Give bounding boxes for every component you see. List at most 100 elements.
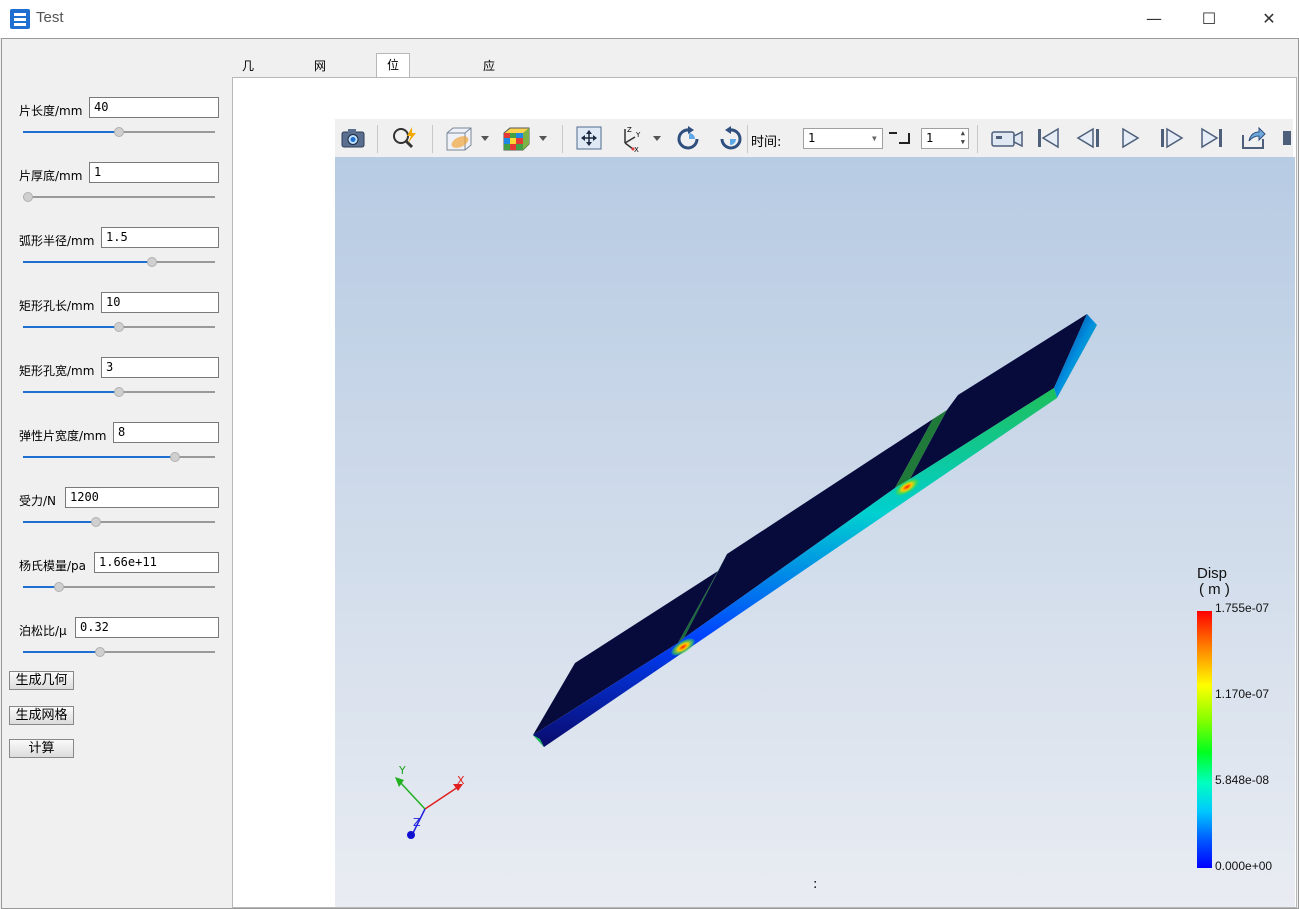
param-label-spring-width: 弹性片宽度/mm xyxy=(19,429,107,443)
cube-color-icon[interactable] xyxy=(501,125,547,151)
slider-thumb xyxy=(114,387,124,397)
force-input[interactable]: 1200 xyxy=(65,487,219,508)
export-icon[interactable] xyxy=(1239,125,1267,151)
chevron-down-icon: ▾ xyxy=(870,131,878,145)
thickness-slider[interactable] xyxy=(23,191,215,203)
orientation-axes xyxy=(395,777,463,839)
param-label-arc-radius: 弧形半径/mm xyxy=(19,234,95,248)
maximize-button[interactable]: ☐ xyxy=(1180,0,1238,38)
app-icon xyxy=(10,9,30,29)
rotate-ccw-icon[interactable] xyxy=(716,125,744,151)
slider-fill xyxy=(23,391,119,393)
slider-thumb xyxy=(23,192,33,202)
svg-text:Y: Y xyxy=(635,131,641,139)
generate-mesh-button[interactable]: 生成网格 xyxy=(9,706,74,725)
tab-displacement[interactable]: 位移云图表单 xyxy=(376,53,411,182)
legend-mid-high: 1.170e-07 xyxy=(1215,687,1270,701)
legend-mid-low: 5.848e-08 xyxy=(1215,773,1270,787)
spring-width-input[interactable]: 8 xyxy=(113,422,219,443)
slider-thumb xyxy=(54,582,65,592)
slider-fill xyxy=(23,261,152,263)
slider-thumb xyxy=(146,257,157,267)
slider-thumb xyxy=(114,322,124,332)
fit-view-icon[interactable] xyxy=(575,125,603,151)
hole-length-input[interactable]: 10 xyxy=(101,292,219,313)
rotate-cw-icon[interactable] xyxy=(675,125,703,151)
first-frame-icon[interactable] xyxy=(1034,125,1062,151)
param-label-thickness: 片厚底/mm xyxy=(19,169,83,183)
title-bar: Test — ☐ ✕ xyxy=(0,0,1299,39)
next-frame-icon[interactable] xyxy=(1157,125,1185,151)
parameter-panel: 片长度/mm 40 片厚底/mm 1 弧形半径/mm 1.5 矩形孔长/mm 1… xyxy=(2,39,230,908)
slider-fill xyxy=(23,521,96,523)
legend-color-bar xyxy=(1197,611,1212,868)
poisson-slider[interactable] xyxy=(23,646,215,658)
slider-fill xyxy=(23,651,100,653)
prev-frame-icon[interactable] xyxy=(1075,125,1103,151)
displacement-model xyxy=(395,314,1097,839)
video-icon[interactable] xyxy=(990,125,1023,151)
tab-geometry[interactable]: 几何表单 xyxy=(232,55,264,139)
hole-width-slider[interactable] xyxy=(23,386,215,398)
param-label-poisson: 泊松比/μ xyxy=(19,624,67,638)
toolbar-overflow-icon[interactable] xyxy=(1281,125,1291,151)
youngs-modulus-slider[interactable] xyxy=(23,581,215,593)
window-title: Test xyxy=(36,9,64,26)
model-front-edge xyxy=(533,388,1057,747)
svg-text:Z: Z xyxy=(627,126,632,134)
time-label: 时间: xyxy=(751,135,782,150)
3d-viewport[interactable]: X Y Z Disp ( m ) 1.755e-07 1.170e-07 5.8… xyxy=(335,157,1295,907)
model-top-face-right xyxy=(910,314,1087,479)
hole-width-input[interactable]: 3 xyxy=(101,357,219,378)
slider-fill xyxy=(23,131,119,133)
step-spinbox[interactable]: 1 ▲ ▼ xyxy=(921,128,969,149)
axes-icon[interactable]: ZYX xyxy=(617,125,661,154)
play-icon[interactable] xyxy=(1116,125,1144,151)
param-label-force: 受力/N xyxy=(19,494,57,508)
length-input[interactable]: 40 xyxy=(89,97,219,118)
zoom-icon[interactable] xyxy=(390,125,418,151)
model-top-face-middle xyxy=(684,419,933,638)
legend-min: 0.000e+00 xyxy=(1215,859,1273,873)
youngs-modulus-input[interactable]: 1.66e+11 xyxy=(94,552,219,573)
viewport-status: : xyxy=(813,877,818,892)
last-frame-icon[interactable] xyxy=(1198,125,1226,151)
minimize-button[interactable]: — xyxy=(1125,0,1183,38)
arc-radius-input[interactable]: 1.5 xyxy=(101,227,219,248)
displacement-tab-pane: ZYX 时间: 1 ▾ 1 ▲ ▼ X Y Z Disp (m) 1.755… xyxy=(232,77,1297,908)
time-select[interactable]: 1 ▾ xyxy=(803,128,883,149)
tab-mesh[interactable]: 网格表单 xyxy=(304,55,336,139)
param-label-hole-length: 矩形孔长/mm xyxy=(19,299,95,313)
spring-width-slider[interactable] xyxy=(23,451,215,463)
axis-label-y: Y xyxy=(399,764,406,777)
legend-unit: ( m ) xyxy=(1199,581,1230,598)
tab-stress[interactable]: 应力云图表单 xyxy=(473,55,505,183)
thickness-input[interactable]: 1 xyxy=(89,162,219,183)
param-label-hole-width: 矩形孔宽/mm xyxy=(19,364,95,378)
clip-icon[interactable] xyxy=(443,125,489,151)
camera-icon[interactable] xyxy=(339,125,367,151)
slider-thumb xyxy=(94,647,105,657)
slider-thumb xyxy=(169,452,180,462)
poisson-input[interactable]: 0.32 xyxy=(75,617,219,638)
close-button[interactable]: ✕ xyxy=(1240,0,1298,38)
slider-fill xyxy=(23,326,119,328)
slider-thumb xyxy=(114,127,124,137)
param-label-youngs-modulus: 杨氏模量/pa xyxy=(19,559,87,573)
step-icon xyxy=(887,129,915,149)
axis-label-z: Z xyxy=(413,816,421,829)
spin-arrows-icon[interactable]: ▲ ▼ xyxy=(961,129,965,147)
hole-length-slider[interactable] xyxy=(23,321,215,333)
slider-fill xyxy=(23,456,175,458)
generate-geometry-button[interactable]: 生成几何 xyxy=(9,671,74,690)
force-slider[interactable] xyxy=(23,516,215,528)
legend-title: Disp xyxy=(1197,565,1228,582)
slider-thumb xyxy=(90,517,101,527)
compute-button[interactable]: 计算 xyxy=(9,739,74,758)
arc-radius-slider[interactable] xyxy=(23,256,215,268)
time-select-value: 1 xyxy=(808,131,816,145)
axis-label-x: X xyxy=(457,774,465,787)
length-slider[interactable] xyxy=(23,126,215,138)
model-top-face-left xyxy=(533,571,718,735)
param-label-length: 片长度/mm xyxy=(19,104,83,118)
